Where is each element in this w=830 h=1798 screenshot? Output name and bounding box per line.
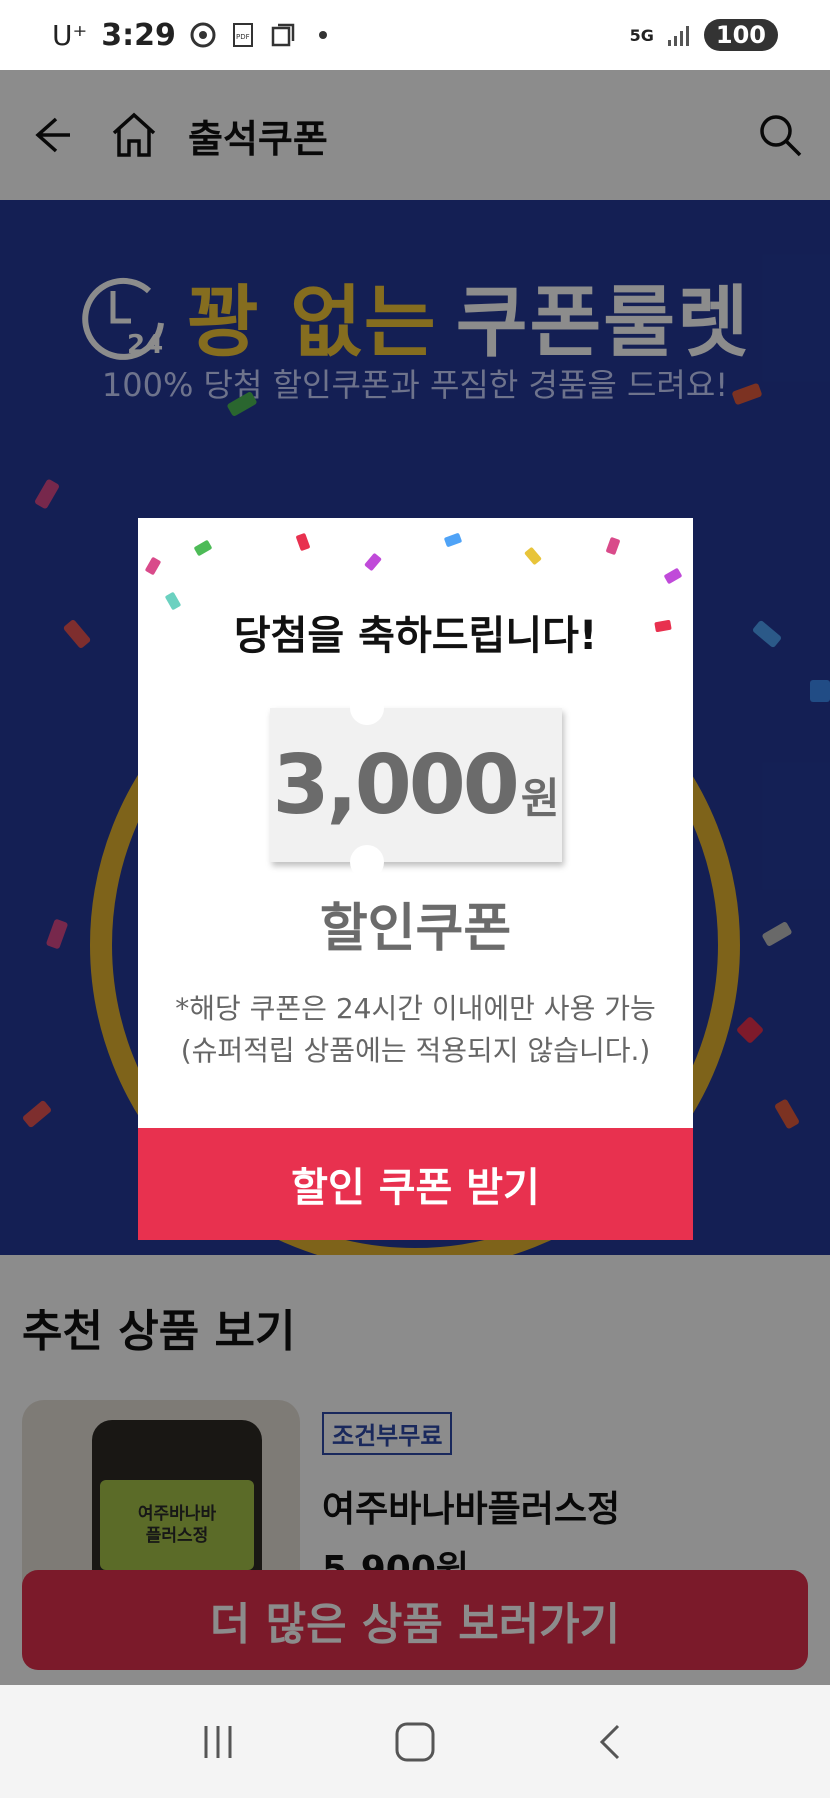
signal-icon (667, 26, 689, 46)
back-chevron-icon (599, 1724, 619, 1759)
confetti-piece (443, 532, 463, 548)
confetti-piece (193, 539, 213, 557)
notice-line-1: *해당 쿠폰은 24시간 이내에만 사용 가능 (175, 992, 656, 1025)
claim-coupon-button[interactable]: 할인 쿠폰 받기 (138, 1128, 693, 1240)
ticket-notch-bottom (350, 845, 384, 879)
win-dialog: 당첨을 축하드립니다! 3,000 원 할인쿠폰 *해당 쿠폰은 24시간 이내… (138, 518, 693, 1240)
home-nav-button[interactable] (380, 1707, 450, 1777)
notice-line-2: (슈퍼적립 상품에는 적용되지 않습니다.) (180, 1034, 651, 1067)
system-nav-bar (0, 1685, 830, 1798)
confetti-piece (524, 546, 542, 566)
battery-indicator: 100 (703, 19, 778, 51)
confetti-piece (295, 532, 311, 552)
coupon-ticket: 3,000 원 (270, 691, 562, 879)
coupon-type-label: 할인쿠폰 (319, 899, 512, 959)
confetti-piece (605, 536, 621, 556)
carrier-label: U⁺ (52, 18, 88, 52)
svg-text:PDF: PDF (236, 33, 250, 41)
back-nav-button[interactable] (577, 1707, 647, 1777)
clock-time: 3:29 (101, 17, 176, 53)
ticket-notch-top (350, 691, 384, 725)
network-5g-icon: 5G (629, 25, 654, 45)
notification-dot-icon (318, 31, 327, 39)
coupon-amount: 3,000 (272, 737, 519, 833)
recent-apps-button[interactable] (183, 1707, 253, 1777)
dialog-title: 당첨을 축하드립니다! (233, 613, 598, 659)
pdf-icon: PDF (232, 23, 253, 47)
recent-apps-icon (204, 1725, 232, 1758)
status-bar: U⁺ 3:29 PDF 5G 100 (0, 0, 830, 70)
home-circle-icon (395, 1722, 435, 1761)
coupon-unit: 원 (520, 773, 560, 823)
confetti-piece (144, 556, 162, 576)
confetti-piece (663, 567, 683, 585)
confetti-piece (364, 552, 382, 572)
coupon-notice: *해당 쿠폰은 24시간 이내에만 사용 가능 (슈퍼적립 상품에는 적용되지 … (138, 988, 693, 1072)
copy-icon (271, 23, 295, 47)
chrome-icon (190, 22, 216, 48)
